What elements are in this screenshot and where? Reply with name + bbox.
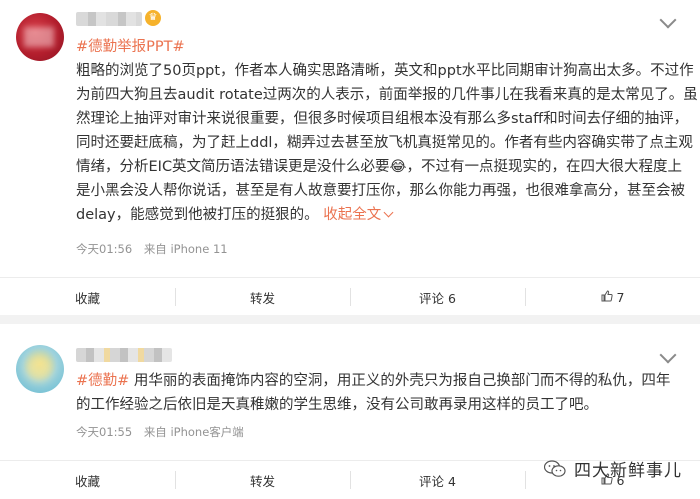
post-line: 用华丽的表面掩饰内容的空洞，用正义的外壳只为报自己换部门而不得的私仇，四年 bbox=[129, 373, 671, 389]
chevron-up-icon bbox=[383, 207, 394, 218]
repost-button[interactable]: 转发 bbox=[175, 461, 350, 499]
wechat-icon bbox=[544, 459, 566, 477]
username-blurred[interactable] bbox=[76, 12, 142, 26]
action-bar: 收藏 转发 评论 6 7 bbox=[0, 277, 700, 316]
collapse-text-link[interactable]: 收起全文 bbox=[323, 207, 394, 223]
thumbs-up-icon bbox=[601, 290, 613, 302]
favorite-button[interactable]: 收藏 bbox=[0, 278, 175, 316]
avatar[interactable] bbox=[16, 13, 64, 61]
repost-label: 转发 bbox=[249, 473, 275, 489]
post-card-1: ♛ #德勤举报PPT# 粗略的浏览了50页ppt，作者本人确实思路清晰，英文和p… bbox=[0, 0, 700, 315]
watermark-text: 四大新鲜事儿 bbox=[574, 461, 682, 481]
post-line: 然理论上抽评对审计来说很重要，但很多时候项目组根本没有那么多staff和时间去仔… bbox=[76, 111, 689, 127]
comment-button[interactable]: 评论 6 bbox=[350, 278, 525, 316]
vip-crown-icon: ♛ bbox=[145, 10, 161, 26]
post-line: 为前四大狗且去audit rotate过两次的人表示，前面举报的几件事儿在我看来… bbox=[76, 87, 698, 103]
post-text: #德勤# 用华丽的表面掩饰内容的空洞，用正义的外壳只为报自己换部门而不得的私仇，… bbox=[76, 369, 670, 417]
collapse-label: 收起全文 bbox=[323, 207, 382, 223]
post-line: delay，能感觉到他被打压的挺狠的。 bbox=[76, 207, 319, 223]
favorite-button[interactable]: 收藏 bbox=[0, 461, 175, 499]
post-line: 同时还要赶底稿，为了赶上ddl，糊弄过去甚至放飞机真挺常见的。作者有些内容确实带… bbox=[76, 135, 693, 151]
repost-label: 转发 bbox=[249, 290, 275, 306]
hashtag-link[interactable]: #德勤举报PPT# bbox=[76, 39, 185, 55]
post-source: 来自 iPhone 11 bbox=[143, 242, 228, 256]
comment-button[interactable]: 评论 4 bbox=[350, 461, 525, 499]
post-text: #德勤举报PPT# 粗略的浏览了50页ppt，作者本人确实思路清晰，英文和ppt… bbox=[76, 35, 698, 227]
avatar[interactable] bbox=[16, 345, 64, 393]
comment-label: 评论 4 bbox=[419, 473, 456, 489]
post-source: 来自 iPhone客户端 bbox=[143, 425, 244, 439]
chevron-down-icon[interactable] bbox=[659, 11, 677, 29]
repost-button[interactable]: 转发 bbox=[175, 278, 350, 316]
post-line: 情绪，分析EIC英文简历语法错误更是没什么必要😂，不过有一点挺现实的，在四大很大… bbox=[76, 159, 683, 175]
post-time[interactable]: 今天01:56 bbox=[76, 242, 132, 256]
watermark: 四大新鲜事儿 bbox=[544, 456, 682, 481]
comment-label: 评论 6 bbox=[419, 290, 456, 306]
post-line: 的工作经验之后依旧是天真稚嫩的学生思维，没有公司敢再录用这样的员工了吧。 bbox=[76, 397, 598, 413]
like-count: 7 bbox=[616, 289, 625, 305]
hashtag-link[interactable]: #德勤# bbox=[76, 373, 129, 389]
post-line: 粗略的浏览了50页ppt，作者本人确实思路清晰，英文和ppt水平比同期审计狗高出… bbox=[76, 63, 694, 79]
like-button[interactable]: 7 bbox=[525, 278, 700, 316]
favorite-label: 收藏 bbox=[74, 473, 100, 489]
username-blurred[interactable] bbox=[76, 348, 172, 362]
post-time[interactable]: 今天01:55 bbox=[76, 425, 132, 439]
post-line: 是小黑会没人帮你说话，甚至是有人故意要打压你，那么你能力再强，也很难拿高分，甚至… bbox=[76, 183, 685, 199]
post-meta: 今天01:55 来自 iPhone客户端 bbox=[76, 424, 252, 440]
favorite-label: 收藏 bbox=[74, 290, 100, 306]
post-meta: 今天01:56 来自 iPhone 11 bbox=[76, 241, 236, 257]
